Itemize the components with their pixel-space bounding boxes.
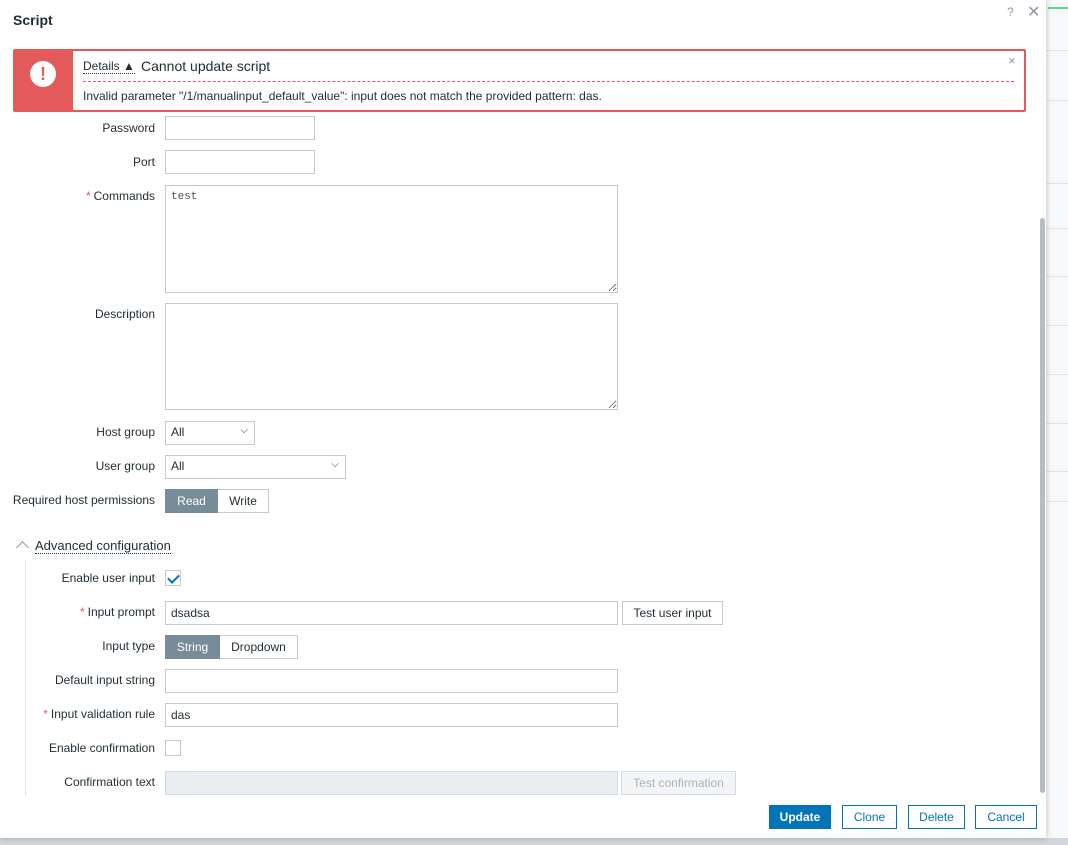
background-page-bottom xyxy=(0,838,1068,845)
host-permissions-segmented: Read Write xyxy=(165,489,269,513)
background-row-divider xyxy=(1046,501,1068,502)
host-group-label: Host group xyxy=(96,425,155,439)
background-accent-line xyxy=(1048,7,1068,9)
description-textarea[interactable] xyxy=(165,303,618,410)
confirmation-text-field[interactable] xyxy=(165,771,618,795)
update-button[interactable]: Update xyxy=(769,805,831,829)
background-row-divider xyxy=(1046,228,1068,229)
clone-button[interactable]: Clone xyxy=(842,805,897,829)
error-message-box: ! Details ▲ Cannot update script × Inval… xyxy=(13,49,1026,112)
error-close-icon[interactable]: × xyxy=(1008,53,1016,68)
input-validation-rule-label-text: Input validation rule xyxy=(50,707,155,721)
enable-user-input-label: Enable user input xyxy=(61,571,155,585)
default-input-string-field[interactable] xyxy=(165,669,618,693)
user-group-value: All xyxy=(171,459,185,473)
help-icon[interactable]: ? xyxy=(1007,5,1014,19)
host-group-value: All xyxy=(171,425,185,439)
error-separator xyxy=(83,81,1014,82)
input-type-segmented: String Dropdown xyxy=(165,635,298,659)
enable-confirmation-label: Enable confirmation xyxy=(48,741,155,755)
background-row-divider xyxy=(1046,325,1068,326)
advanced-configuration-toggle[interactable]: Advanced configuration xyxy=(16,538,171,554)
description-label: Description xyxy=(94,307,155,321)
advanced-section-guide xyxy=(25,560,26,796)
input-prompt-label: * Input prompt xyxy=(30,605,155,619)
host-group-select[interactable]: All ⌵ xyxy=(165,421,255,445)
commands-textarea[interactable]: test xyxy=(165,185,618,293)
chevron-up-icon xyxy=(16,541,29,554)
chevron-down-icon: ⌵ xyxy=(240,425,248,436)
confirmation-text-label: Confirmation text xyxy=(64,775,155,789)
port-field[interactable] xyxy=(165,150,315,174)
background-row-divider xyxy=(1046,183,1068,184)
input-validation-rule-field[interactable] xyxy=(165,703,618,727)
error-details-toggle[interactable]: Details ▲ xyxy=(83,59,135,74)
background-page-strip xyxy=(1046,0,1068,845)
exclamation-icon: ! xyxy=(30,61,56,87)
delete-button[interactable]: Delete xyxy=(908,805,965,829)
error-icon-area: ! xyxy=(15,51,73,110)
input-type-label: Input type xyxy=(102,639,155,653)
background-row-divider xyxy=(1046,50,1068,51)
required-asterisk: * xyxy=(85,189,91,203)
commands-label: * Commands xyxy=(20,189,155,203)
input-prompt-field[interactable] xyxy=(165,601,618,625)
background-row-divider xyxy=(1046,471,1068,472)
test-user-input-button[interactable]: Test user input xyxy=(622,601,723,625)
input-type-dropdown-option[interactable]: Dropdown xyxy=(220,635,298,659)
commands-label-text: Commands xyxy=(93,189,155,203)
chevron-down-icon: ⌵ xyxy=(331,459,339,470)
form-scrollbar-thumb[interactable] xyxy=(1040,218,1045,793)
required-asterisk: * xyxy=(79,605,85,619)
enable-confirmation-checkbox[interactable] xyxy=(165,740,181,756)
error-title: Cannot update script xyxy=(141,58,271,74)
background-row-divider xyxy=(1046,374,1068,375)
permission-write-option[interactable]: Write xyxy=(218,489,269,513)
port-label: Port xyxy=(132,155,155,169)
input-prompt-label-text: Input prompt xyxy=(87,605,155,619)
background-row-divider xyxy=(1046,423,1068,424)
close-icon[interactable]: ✕ xyxy=(1027,2,1040,22)
required-asterisk: * xyxy=(43,707,48,721)
permission-read-option[interactable]: Read xyxy=(165,489,218,513)
advanced-configuration-label: Advanced configuration xyxy=(35,538,171,554)
test-confirmation-button[interactable]: Test confirmation xyxy=(621,771,736,795)
background-row-divider xyxy=(1046,276,1068,277)
default-input-string-label: Default input string xyxy=(54,673,155,687)
password-field[interactable] xyxy=(165,116,315,140)
background-row-divider xyxy=(1046,100,1068,101)
input-type-string-option[interactable]: String xyxy=(165,635,220,659)
user-group-label: User group xyxy=(95,459,155,473)
host-permissions-label: Required host permissions xyxy=(12,493,155,507)
dialog-title: Script xyxy=(13,12,53,28)
script-dialog: Script ? ✕ ! Details ▲ Cannot update scr… xyxy=(0,0,1046,838)
user-group-select[interactable]: All ⌵ xyxy=(165,455,346,479)
error-detail-text: Invalid parameter "/1/manualinput_defaul… xyxy=(83,89,602,103)
password-label: Password xyxy=(102,121,155,135)
enable-user-input-checkbox[interactable] xyxy=(165,570,181,586)
input-validation-rule-label: * Input validation rule xyxy=(20,707,155,721)
cancel-button[interactable]: Cancel xyxy=(975,805,1037,829)
